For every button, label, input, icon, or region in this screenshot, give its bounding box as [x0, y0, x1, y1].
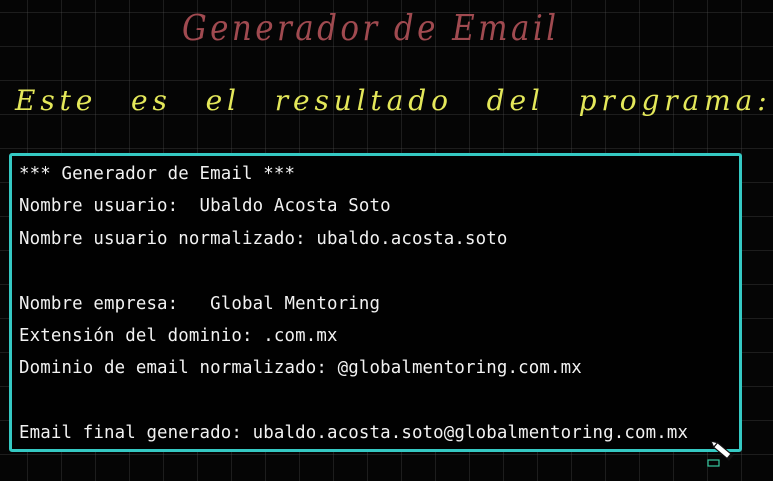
result-caption: Este es el resultado del programa: [15, 84, 772, 117]
pencil-icon [707, 440, 737, 467]
console-line: Email final generado: ubaldo.acosta.soto… [19, 423, 689, 444]
console-line: Nombre usuario: Ubaldo Acosta Soto [19, 196, 391, 217]
console-line: Dominio de email normalizado: @globalmen… [19, 358, 582, 379]
console-line: *** Generador de Email *** [19, 164, 296, 184]
page-title: Generador de Email [182, 8, 560, 50]
console-line: Nombre empresa: Global Mentoring [19, 293, 381, 314]
console-output: *** Generador de Email *** Nombre usuari… [9, 153, 742, 452]
console-lines: *** Generador de Email *** Nombre usuari… [19, 158, 688, 450]
console-line: Nombre usuario normalizado: ubaldo.acost… [19, 228, 508, 249]
console-line: Extensión del dominio: .com.mx [19, 325, 338, 346]
